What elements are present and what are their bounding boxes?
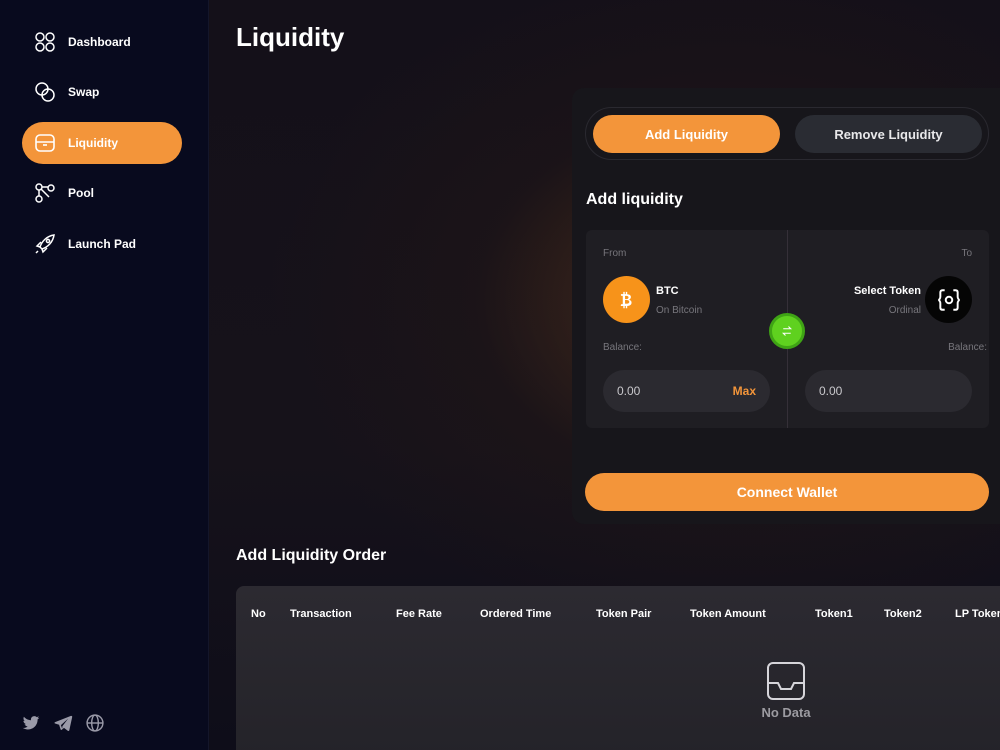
page-title: Liquidity: [236, 22, 345, 52]
column-header: No: [251, 608, 266, 620]
social-links: [20, 712, 106, 734]
main-content: Liquidity Add Liquidity Remove Liquidity…: [209, 0, 1000, 750]
liquidity-tabs: Add Liquidity Remove Liquidity: [585, 107, 989, 160]
token-pair-box: From BTC On Bitcoin Balance: 0.00 Max To…: [586, 230, 989, 428]
sidebar-item-pool[interactable]: Pool: [22, 172, 182, 214]
tab-remove-liquidity[interactable]: Remove Liquidity: [795, 115, 982, 153]
sidebar-item-label: Pool: [68, 186, 94, 200]
swap-icon: [34, 81, 56, 103]
from-amount-input[interactable]: 0.00 Max: [603, 370, 770, 412]
to-balance-label: Balance:: [948, 342, 987, 353]
column-header: Ordered Time: [480, 608, 552, 620]
btc-token-icon[interactable]: [603, 276, 650, 323]
column-header: Token Pair: [596, 608, 652, 620]
column-header: Token2: [884, 608, 922, 620]
telegram-icon[interactable]: [52, 712, 74, 734]
liquidity-icon: [34, 132, 56, 154]
twitter-icon[interactable]: [20, 712, 42, 734]
to-token-name[interactable]: Select Token: [854, 285, 921, 297]
empty-text: No Data: [761, 705, 811, 720]
card-heading: Add liquidity: [586, 191, 683, 208]
dashboard-icon: [34, 31, 56, 53]
to-token-network: Ordinal: [888, 305, 921, 316]
sidebar-item-label: Liquidity: [68, 136, 118, 150]
orders-table: No Transaction Fee Rate Ordered Time Tok…: [236, 586, 1000, 750]
select-token-icon[interactable]: [925, 276, 972, 323]
column-header: Transaction: [290, 608, 352, 620]
from-token-network: On Bitcoin: [656, 305, 703, 316]
rocket-icon: [34, 233, 56, 255]
pool-icon: [34, 182, 56, 204]
tab-add-liquidity[interactable]: Add Liquidity: [593, 115, 780, 153]
from-amount-value: 0.00: [617, 384, 641, 398]
from-label: From: [603, 248, 627, 259]
column-header: Fee Rate: [396, 608, 442, 620]
sidebar-item-liquidity[interactable]: Liquidity: [22, 122, 182, 164]
globe-icon[interactable]: [84, 712, 106, 734]
from-balance-label: Balance:: [603, 342, 642, 353]
column-header: Token1: [815, 608, 853, 620]
swap-direction-button[interactable]: [769, 313, 805, 349]
orders-title: Add Liquidity Order: [236, 547, 387, 564]
sidebar-item-launch-pad[interactable]: Launch Pad: [22, 223, 182, 265]
sidebar: Dashboard Swap Liquidity Pool Launch Pad: [0, 0, 209, 750]
sidebar-item-label: Launch Pad: [68, 237, 137, 251]
max-button[interactable]: Max: [733, 384, 756, 398]
empty-state: No Data: [746, 660, 826, 720]
liquidity-card: Add Liquidity Remove Liquidity Add liqui…: [572, 88, 1000, 524]
column-header: Token Amount: [690, 608, 766, 620]
to-amount-value: 0.00: [819, 384, 843, 398]
sidebar-item-swap[interactable]: Swap: [22, 71, 182, 113]
connect-wallet-button[interactable]: Connect Wallet: [585, 473, 989, 511]
sidebar-item-label: Swap: [68, 85, 100, 99]
sidebar-item-label: Dashboard: [68, 35, 131, 49]
column-header: LP Token: [955, 608, 1000, 620]
to-amount-input[interactable]: 0.00: [805, 370, 972, 412]
to-label: To: [961, 248, 972, 259]
from-token-name: BTC: [656, 285, 679, 297]
sidebar-item-dashboard[interactable]: Dashboard: [22, 21, 182, 63]
swap-arrows-icon: [781, 326, 793, 336]
empty-inbox-icon: [767, 662, 805, 700]
